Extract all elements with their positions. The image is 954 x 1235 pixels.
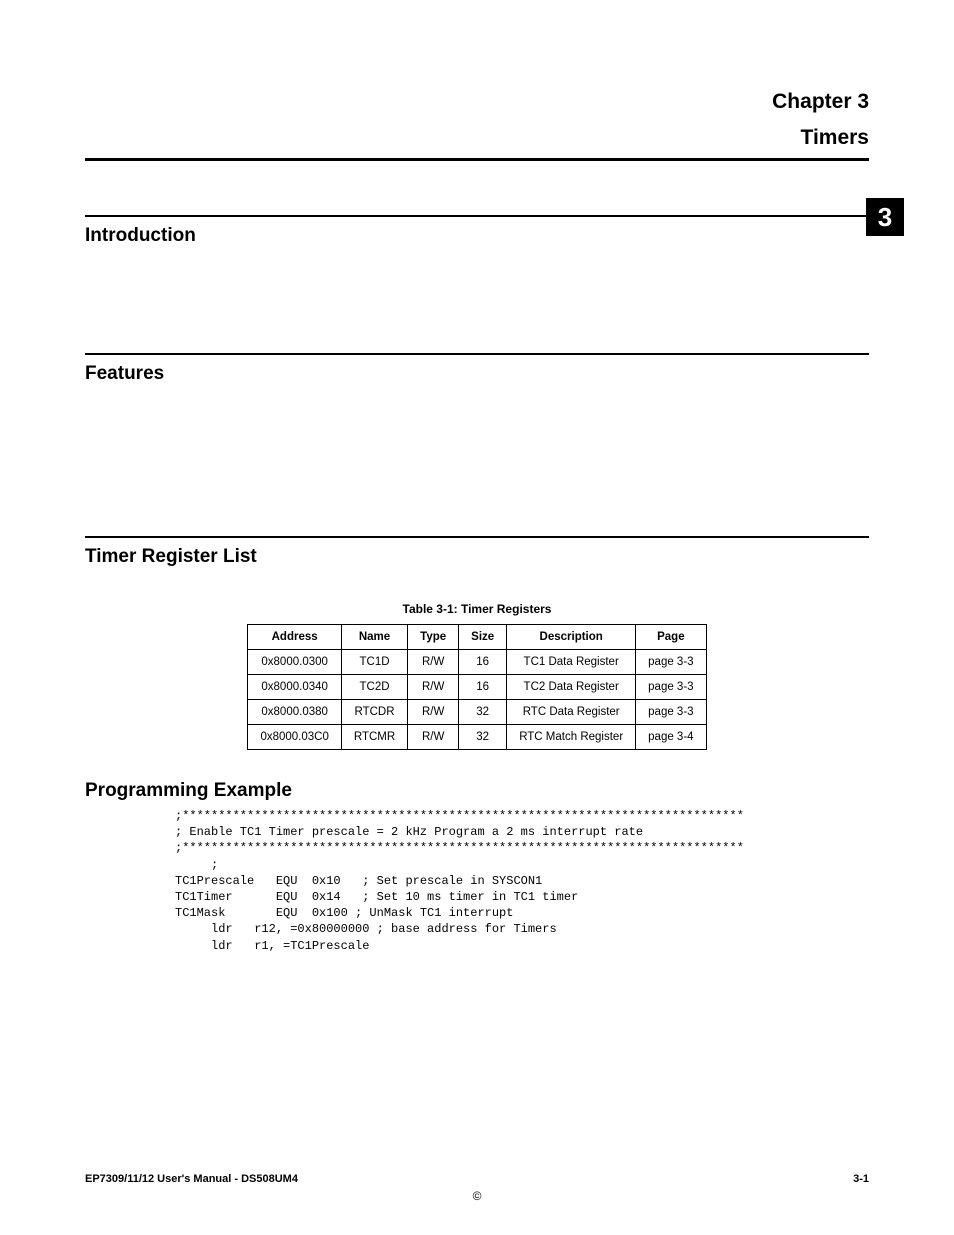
cell-address: 0x8000.0300 — [248, 650, 341, 675]
code-line: ; Enable TC1 Timer prescale = 2 kHz Prog… — [175, 825, 643, 839]
chapter-title: Timers — [85, 126, 869, 150]
cell-description: TC2 Data Register — [507, 675, 636, 700]
cell-type: R/W — [408, 650, 459, 675]
heading-timer-register-list: Timer Register List — [85, 546, 869, 568]
chapter-label: Chapter 3 — [85, 90, 869, 114]
cell-description: RTC Match Register — [507, 725, 636, 750]
cell-size: 32 — [459, 725, 507, 750]
footer: EP7309/11/12 User's Manual - DS508UM4 3-… — [85, 1173, 869, 1185]
cell-size: 32 — [459, 700, 507, 725]
cell-page: page 3-4 — [636, 725, 706, 750]
cell-address: 0x8000.03C0 — [248, 725, 341, 750]
table-row: 0x8000.0300 TC1D R/W 16 TC1 Data Registe… — [248, 650, 706, 675]
table-row: 0x8000.0380 RTCDR R/W 32 RTC Data Regist… — [248, 700, 706, 725]
col-type: Type — [408, 625, 459, 650]
cell-description: TC1 Data Register — [507, 650, 636, 675]
code-line: ; — [175, 858, 218, 872]
col-description: Description — [507, 625, 636, 650]
code-block: ;***************************************… — [175, 808, 869, 954]
section-rule — [85, 353, 869, 355]
cell-name: TC1D — [341, 650, 407, 675]
cell-page: page 3-3 — [636, 650, 706, 675]
heading-features: Features — [85, 363, 869, 385]
table-caption: Table 3-1: Timer Registers — [85, 602, 869, 616]
cell-size: 16 — [459, 675, 507, 700]
cell-page: page 3-3 — [636, 675, 706, 700]
cell-description: RTC Data Register — [507, 700, 636, 725]
footer-left: EP7309/11/12 User's Manual - DS508UM4 — [85, 1173, 298, 1185]
heading-programming-example: Programming Example — [85, 780, 869, 802]
heading-introduction: Introduction — [85, 225, 869, 247]
cell-type: R/W — [408, 675, 459, 700]
col-name: Name — [341, 625, 407, 650]
section-rule — [85, 215, 869, 217]
code-line: ;***************************************… — [175, 841, 744, 855]
table-row: 0x8000.0340 TC2D R/W 16 TC2 Data Registe… — [248, 675, 706, 700]
cell-address: 0x8000.0380 — [248, 700, 341, 725]
col-size: Size — [459, 625, 507, 650]
code-line: TC1Timer EQU 0x14 ; Set 10 ms timer in T… — [175, 890, 578, 904]
cell-name: RTCDR — [341, 700, 407, 725]
footer-right: 3-1 — [853, 1173, 869, 1185]
cell-type: R/W — [408, 700, 459, 725]
cell-name: RTCMR — [341, 725, 407, 750]
code-line: TC1Prescale EQU 0x10 ; Set prescale in S… — [175, 874, 542, 888]
col-address: Address — [248, 625, 341, 650]
table-header-row: Address Name Type Size Description Page — [248, 625, 706, 650]
code-line: ;***************************************… — [175, 809, 744, 823]
section-rule — [85, 536, 869, 538]
cell-page: page 3-3 — [636, 700, 706, 725]
top-rule — [85, 158, 869, 161]
code-line: ldr r12, =0x80000000 ; base address for … — [175, 922, 557, 936]
cell-type: R/W — [408, 725, 459, 750]
cell-address: 0x8000.0340 — [248, 675, 341, 700]
col-page: Page — [636, 625, 706, 650]
copyright: © — [0, 1189, 954, 1203]
timer-registers-table: Address Name Type Size Description Page … — [247, 624, 706, 750]
table-row: 0x8000.03C0 RTCMR R/W 32 RTC Match Regis… — [248, 725, 706, 750]
code-line: ldr r1, =TC1Prescale — [175, 939, 369, 953]
code-line: TC1Mask EQU 0x100 ; UnMask TC1 interrupt — [175, 906, 513, 920]
chapter-tab: 3 — [866, 198, 904, 236]
cell-name: TC2D — [341, 675, 407, 700]
cell-size: 16 — [459, 650, 507, 675]
